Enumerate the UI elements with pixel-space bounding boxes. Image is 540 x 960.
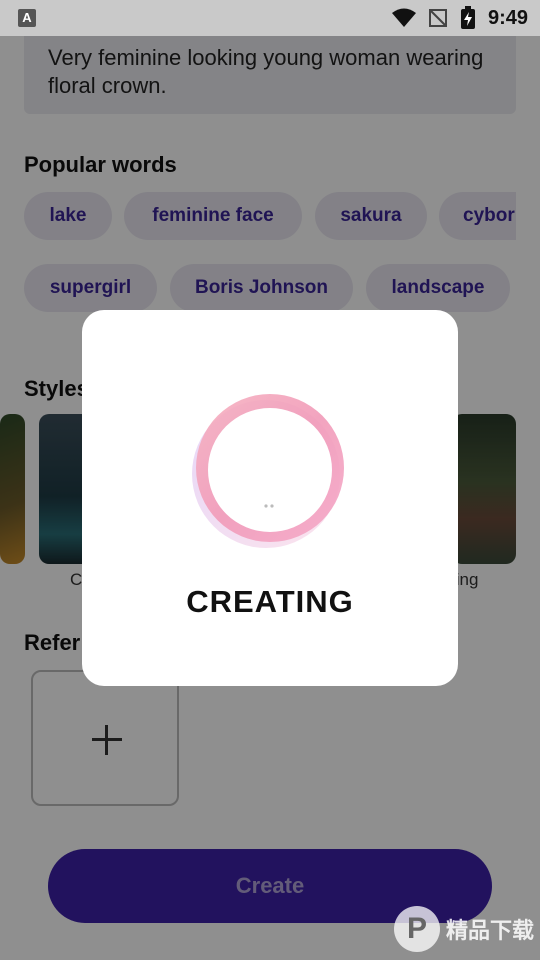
loading-orb-icon bbox=[192, 394, 344, 548]
app-notification-icon: A bbox=[18, 9, 36, 27]
wifi-icon bbox=[391, 8, 416, 27]
no-signal-icon bbox=[428, 9, 447, 27]
battery-charging-icon bbox=[460, 6, 475, 29]
creating-label: CREATING bbox=[186, 584, 354, 619]
watermark: P 精品下载 bbox=[393, 906, 534, 952]
status-icons: 9:49 bbox=[391, 6, 528, 30]
creating-dialog: CREATING bbox=[82, 310, 458, 686]
clock: 9:49 bbox=[487, 6, 528, 29]
watermark-logo-icon: P bbox=[393, 906, 440, 952]
watermark-text: 精品下载 bbox=[445, 918, 534, 943]
status-bar: A 9:49 bbox=[0, 0, 540, 36]
